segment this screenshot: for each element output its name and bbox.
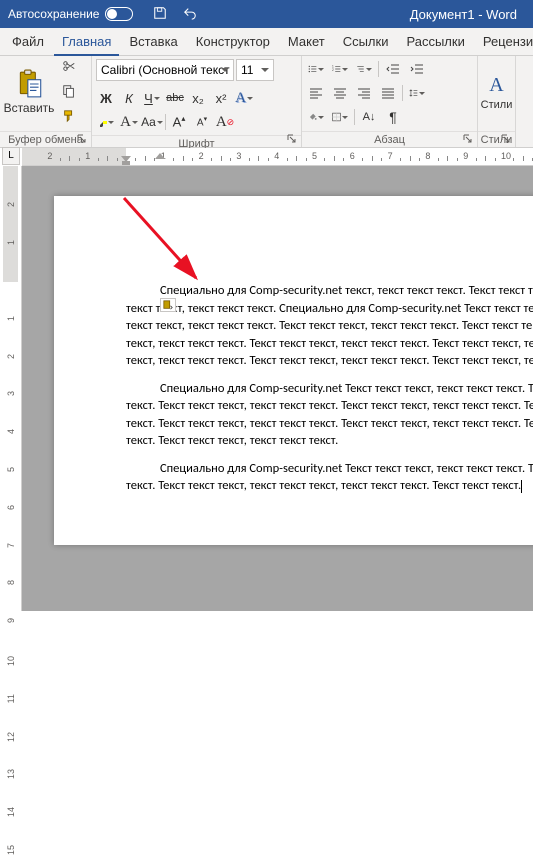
borders-icon [332, 110, 341, 124]
decrease-indent-button[interactable] [383, 59, 403, 79]
paste-options-icon [163, 300, 173, 310]
copy-icon [62, 84, 76, 98]
tab-design[interactable]: Конструктор [188, 29, 278, 55]
tab-layout[interactable]: Макет [280, 29, 333, 55]
clear-formatting-button[interactable]: A⊘ [215, 112, 235, 132]
group-font: Calibri (Основной текст 11 Ж К Ч abc x₂ … [92, 56, 302, 147]
title-bar: Автосохранение Документ1 - Word [0, 0, 533, 28]
autosave-toggle[interactable]: Автосохранение [8, 7, 133, 21]
paragraph[interactable]: Специально для Comp-security.net Текст т… [126, 460, 533, 495]
bold-button[interactable]: Ж [96, 88, 116, 108]
underline-button[interactable]: Ч [142, 88, 162, 108]
vertical-ruler[interactable]: 21123456789101112131415 [0, 166, 22, 611]
paintbrush-icon [62, 109, 76, 123]
dialog-launcher-icon[interactable] [463, 133, 475, 145]
superscript-button[interactable]: x² [211, 88, 231, 108]
text-cursor [521, 480, 522, 493]
justify-button[interactable] [378, 83, 398, 103]
autosave-label: Автосохранение [8, 7, 99, 21]
align-right-icon [357, 86, 371, 100]
shrink-font-button[interactable]: A▾ [192, 112, 212, 132]
styles-button[interactable]: A Стили [479, 72, 515, 115]
bullets-button[interactable] [306, 59, 326, 79]
group-styles: A Стили Стили [478, 56, 516, 147]
font-name-combo[interactable]: Calibri (Основной текст [96, 59, 234, 81]
multilevel-list-button[interactable] [354, 59, 374, 79]
group-paragraph-label: Абзац [302, 131, 477, 147]
paste-label: Вставить [4, 101, 55, 115]
align-right-button[interactable] [354, 83, 374, 103]
font-color-button[interactable]: A [119, 112, 139, 132]
tab-selector[interactable]: L [2, 147, 20, 165]
group-paragraph: 12 А↓ ¶ Абзац [302, 56, 478, 147]
document-area[interactable]: Специально для Comp-security.net текст, … [22, 166, 533, 611]
clipboard-paste-icon [17, 69, 43, 99]
bullet-list-icon [308, 62, 317, 76]
italic-button[interactable]: К [119, 88, 139, 108]
paste-button[interactable]: Вставить [4, 59, 56, 125]
indent-icon [410, 62, 424, 76]
align-left-icon [309, 86, 323, 100]
cut-button[interactable] [60, 57, 78, 78]
align-left-button[interactable] [306, 83, 326, 103]
dialog-launcher-icon[interactable] [501, 133, 513, 145]
scissors-icon [62, 59, 76, 73]
align-center-button[interactable] [330, 83, 350, 103]
ribbon-tabs: Файл Главная Вставка Конструктор Макет С… [0, 28, 533, 56]
line-spacing-icon [409, 86, 418, 100]
tab-references[interactable]: Ссылки [335, 29, 397, 55]
borders-button[interactable] [330, 107, 350, 127]
grow-font-button[interactable]: A▴ [169, 112, 189, 132]
format-painter-button[interactable] [60, 107, 78, 128]
paragraph[interactable]: Специально для Comp-security.net текст, … [126, 282, 533, 370]
copy-button[interactable] [60, 82, 78, 103]
align-justify-icon [381, 86, 395, 100]
tab-file[interactable]: Файл [4, 29, 52, 55]
strikethrough-button[interactable]: abc [165, 88, 185, 108]
tab-insert[interactable]: Вставка [121, 29, 185, 55]
tab-mailings[interactable]: Рассылки [398, 29, 472, 55]
document-title: Документ1 - Word [410, 7, 517, 22]
increase-indent-button[interactable] [407, 59, 427, 79]
save-icon[interactable] [151, 4, 169, 25]
tab-home[interactable]: Главная [54, 29, 119, 55]
show-marks-button[interactable]: ¶ [383, 107, 403, 127]
sort-button[interactable]: А↓ [359, 107, 379, 127]
highlight-button[interactable] [96, 112, 116, 132]
multilevel-list-icon [356, 62, 365, 76]
numbering-button[interactable]: 12 [330, 59, 350, 79]
styles-icon: A [489, 74, 503, 97]
toggle-off-icon[interactable] [105, 7, 133, 21]
group-clipboard: Вставить Буфер обмена [0, 56, 92, 147]
text-effects-button[interactable]: A [234, 88, 254, 108]
ribbon: Вставить Буфер обмена Calibri (Основной … [0, 56, 533, 148]
subscript-button[interactable]: x₂ [188, 88, 208, 108]
dialog-launcher-icon[interactable] [287, 133, 299, 145]
dialog-launcher-icon[interactable] [77, 133, 89, 145]
svg-text:2: 2 [332, 68, 334, 72]
undo-icon[interactable] [181, 4, 199, 25]
horizontal-ruler[interactable]: 21123456789101112 [22, 148, 533, 166]
tab-review[interactable]: Рецензирова [475, 29, 533, 55]
font-size-combo[interactable]: 11 [236, 59, 274, 81]
number-list-icon: 12 [332, 62, 341, 76]
align-center-icon [333, 86, 347, 100]
styles-label: Стили [481, 99, 513, 111]
page[interactable]: Специально для Comp-security.net текст, … [54, 196, 533, 545]
change-case-button[interactable]: Aa [142, 112, 162, 132]
paint-bucket-icon [308, 110, 317, 124]
paste-options-button[interactable] [160, 298, 176, 312]
outdent-icon [386, 62, 400, 76]
paragraph[interactable]: Специально для Comp-security.net Текст т… [126, 380, 533, 450]
shading-button[interactable] [306, 107, 326, 127]
line-spacing-button[interactable] [407, 83, 427, 103]
